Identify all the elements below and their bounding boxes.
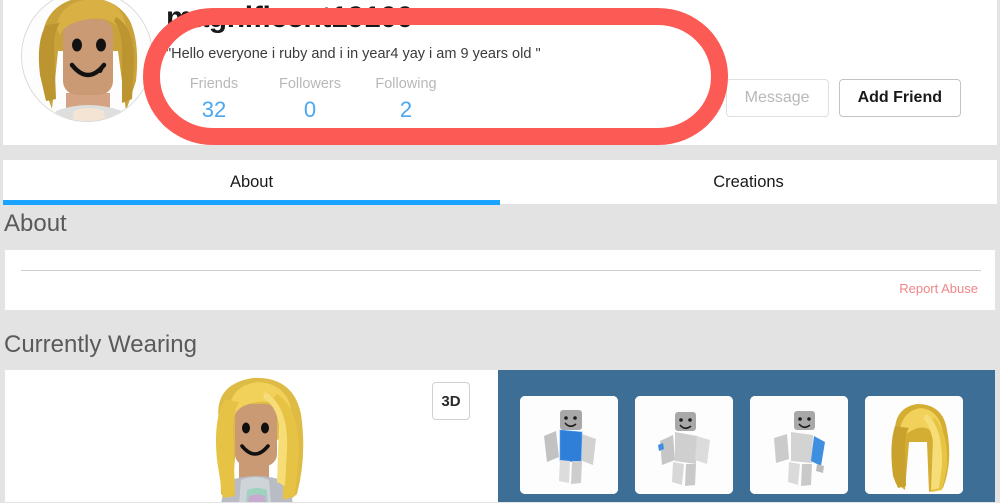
stat-followers[interactable]: Followers 0 bbox=[262, 74, 358, 125]
stat-followers-value: 0 bbox=[303, 97, 317, 122]
profile-tab-bar: About Creations bbox=[2, 159, 998, 205]
stat-friends[interactable]: Friends 32 bbox=[166, 74, 262, 125]
tab-creations[interactable]: Creations bbox=[500, 160, 997, 204]
message-button[interactable]: Message bbox=[725, 79, 829, 117]
stat-following-label: Following bbox=[375, 76, 437, 92]
profile-bio: "Hello everyone i ruby and i in year4 ya… bbox=[166, 46, 541, 62]
list-item[interactable] bbox=[520, 396, 618, 494]
stat-following[interactable]: Following 2 bbox=[358, 74, 454, 125]
three-d-toggle-button[interactable]: 3D bbox=[432, 382, 470, 420]
list-item[interactable] bbox=[635, 396, 733, 494]
report-abuse-link[interactable]: Report Abuse bbox=[899, 281, 978, 296]
avatar[interactable] bbox=[21, 0, 153, 122]
stat-friends-label: Friends bbox=[189, 76, 239, 92]
tab-about[interactable]: About bbox=[3, 160, 500, 205]
currently-wearing-panel: 3D bbox=[4, 369, 996, 503]
page-title: magnificent19100 bbox=[166, 1, 413, 34]
profile-actions: Message Add Friend bbox=[725, 79, 961, 117]
blonde-hair-item-icon bbox=[865, 396, 963, 494]
list-item[interactable] bbox=[750, 396, 848, 494]
worn-items-list bbox=[498, 370, 995, 502]
stat-following-value: 2 bbox=[399, 97, 413, 122]
about-section-heading: About bbox=[4, 210, 67, 237]
avatar-headshot-image bbox=[22, 0, 152, 121]
blue-arm-item-icon bbox=[750, 396, 848, 494]
about-divider bbox=[21, 270, 981, 271]
avatar-preview-panel: 3D bbox=[5, 370, 498, 502]
profile-stats: Friends 32 Followers 0 Following 2 bbox=[166, 74, 726, 125]
avatar-fullbody-image bbox=[173, 370, 338, 502]
add-friend-button[interactable]: Add Friend bbox=[838, 79, 961, 117]
profile-header-card: magnificent19100 "Hello everyone i ruby … bbox=[2, 0, 998, 146]
stat-friends-value: 32 bbox=[201, 97, 227, 122]
blue-shirt-item-icon bbox=[520, 396, 618, 494]
currently-wearing-heading: Currently Wearing bbox=[4, 331, 197, 358]
stat-followers-label: Followers bbox=[278, 76, 342, 92]
list-item[interactable] bbox=[865, 396, 963, 494]
about-panel: Report Abuse bbox=[4, 249, 996, 311]
profile-info: magnificent19100 "Hello everyone i ruby … bbox=[166, 0, 726, 125]
torso-item-icon bbox=[635, 396, 733, 494]
